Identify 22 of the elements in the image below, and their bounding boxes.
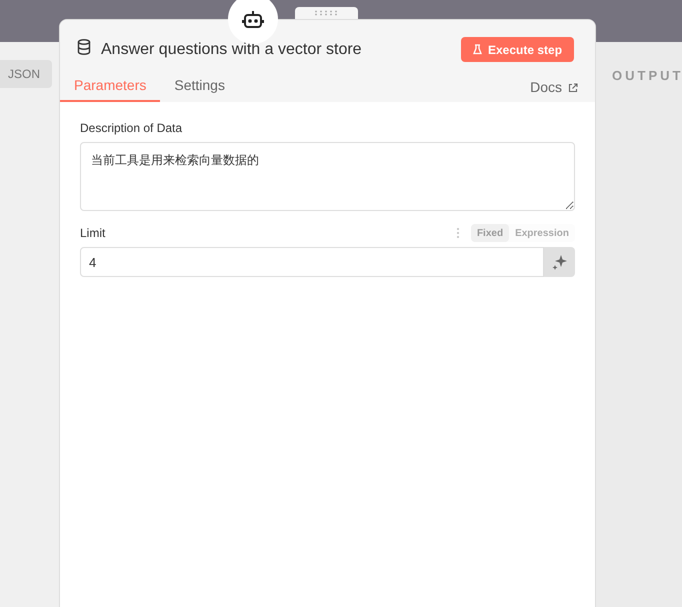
more-icon[interactable] xyxy=(456,228,459,238)
json-tab[interactable]: JSON xyxy=(0,60,52,88)
database-icon xyxy=(77,39,91,55)
mode-toggle[interactable]: Expression xyxy=(509,224,575,242)
grip-icon xyxy=(314,10,340,16)
drag-handle[interactable] xyxy=(295,7,358,19)
panel-tab[interactable]: Settings xyxy=(160,70,239,102)
sparkle-button[interactable] xyxy=(544,247,575,277)
panel-tab[interactable]: Parameters xyxy=(60,70,160,102)
field-label: Description of Data xyxy=(80,120,182,137)
limit-input[interactable]: 4 xyxy=(80,247,544,277)
field-label: Limit xyxy=(80,225,106,242)
flask-icon xyxy=(473,44,482,55)
panel-title: Answer questions with a vector store xyxy=(101,40,362,60)
mode-toggle[interactable]: Fixed xyxy=(470,224,510,242)
robot-icon xyxy=(242,8,264,30)
description-textarea[interactable]: 当前工具是用来检索向量数据的 xyxy=(80,142,575,211)
docs-link[interactable]: Docs xyxy=(530,77,578,98)
execute-step-button[interactable]: Execute step xyxy=(461,37,574,62)
sparkle-icon xyxy=(550,253,568,271)
output-label: OUTPUT xyxy=(612,67,682,85)
external-link-icon xyxy=(568,82,578,92)
